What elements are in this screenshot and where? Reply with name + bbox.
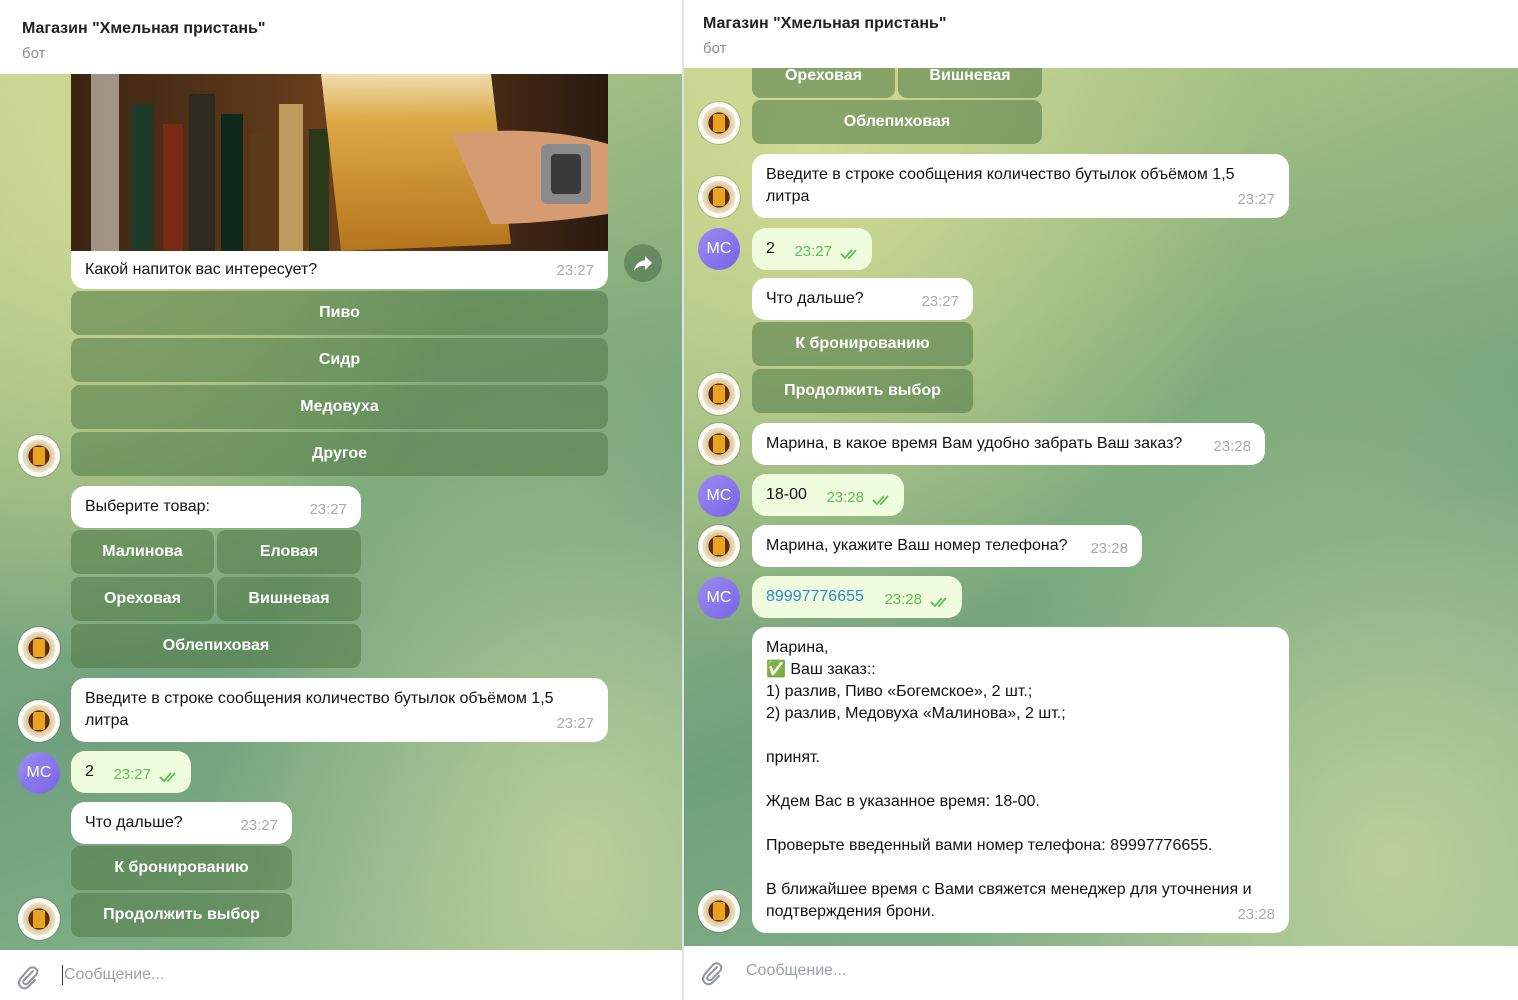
qty-answer-text: 2 xyxy=(85,763,94,780)
message-input[interactable]: Сообщение... xyxy=(64,966,164,984)
message-time: 23:27 xyxy=(113,766,151,783)
message-list[interactable]: Ореховая Вишневая Облепиховая Введите в … xyxy=(684,68,1518,946)
chat-subtitle: бот xyxy=(22,45,46,62)
message-time: 23:28 xyxy=(826,489,864,506)
keyboard-button-booking[interactable]: К бронированию xyxy=(71,846,292,890)
keyboard-button-continue[interactable]: Продолжить выбор xyxy=(752,369,973,413)
drink-photo[interactable] xyxy=(71,74,608,251)
qty-prompt-bubble: Введите в строке сообщения количество бу… xyxy=(71,678,608,742)
qty-answer-bubble: 2 23:27 xyxy=(71,751,191,793)
order-summary-text: Марина, ✅ Ваш заказ:: 1) разлив, Пиво «Б… xyxy=(766,639,1252,920)
keyboard-button-beer[interactable]: Пиво xyxy=(71,291,608,335)
user-avatar[interactable]: МС xyxy=(698,228,740,270)
message-time: 23:27 xyxy=(1237,191,1275,208)
qty-prompt-text: Введите в строке сообщения количество бу… xyxy=(85,690,554,729)
composer: Сообщение... xyxy=(684,946,1518,1000)
read-ticks-icon xyxy=(872,495,889,506)
bot-avatar[interactable] xyxy=(18,627,60,669)
keyboard-button-mead[interactable]: Медовуха xyxy=(71,385,608,429)
phone-question-text: Марина, укажите Ваш номер телефона? xyxy=(766,537,1068,554)
keyboard-button-cider[interactable]: Сидр xyxy=(71,338,608,382)
forward-button[interactable] xyxy=(624,244,662,282)
keyboard-button-orehovaya[interactable]: Ореховая xyxy=(752,68,895,98)
next-prompt-text: Что дальше? xyxy=(85,814,183,831)
bot-avatar[interactable] xyxy=(698,525,740,567)
keyboard-button-vishnevaya[interactable]: Вишневая xyxy=(898,68,1042,98)
bot-avatar[interactable] xyxy=(18,898,60,940)
drink-question-text: Какой напиток вас интересует? xyxy=(85,261,318,278)
keyboard-button-orehovaya[interactable]: Ореховая xyxy=(71,577,214,621)
beer-photo-image xyxy=(71,74,608,251)
phone-number-link[interactable]: 89997776655 xyxy=(766,588,864,605)
text-caret xyxy=(62,965,63,985)
read-ticks-icon xyxy=(159,772,176,783)
message-time: 23:27 xyxy=(921,293,959,310)
message-time: 23:27 xyxy=(794,243,832,260)
chat-subtitle: бот xyxy=(703,40,727,57)
attach-icon[interactable] xyxy=(698,959,726,987)
user-avatar[interactable]: МС xyxy=(698,475,740,517)
message-time: 23:28 xyxy=(1213,438,1251,455)
read-ticks-icon xyxy=(840,249,857,260)
keyboard-button-oblepihovaya[interactable]: Облепиховая xyxy=(71,624,361,668)
message-list[interactable]: Какой напиток вас интересует? 23:27 Пиво… xyxy=(0,74,682,950)
composer: Сообщение... xyxy=(0,950,682,1000)
drink-question-bubble: Какой напиток вас интересует? 23:27 xyxy=(71,251,608,289)
order-summary-bubble: Марина, ✅ Ваш заказ:: 1) разлив, Пиво «Б… xyxy=(752,627,1289,933)
time-question-bubble: Марина, в какое время Вам удобно забрать… xyxy=(752,423,1265,465)
phone-question-bubble: Марина, укажите Ваш номер телефона? 23:2… xyxy=(752,525,1142,567)
message-time: 23:27 xyxy=(556,715,594,732)
keyboard-button-vishnevaya[interactable]: Вишневая xyxy=(217,577,361,621)
next-prompt-text: Что дальше? xyxy=(766,290,864,307)
time-question-text: Марина, в какое время Вам удобно забрать… xyxy=(766,435,1183,452)
message-time: 23:27 xyxy=(556,262,594,279)
message-time: 23:27 xyxy=(240,817,278,834)
keyboard-button-malinova[interactable]: Малинова xyxy=(71,530,214,574)
keyboard-button-elovaya[interactable]: Еловая xyxy=(217,530,361,574)
bot-avatar[interactable] xyxy=(698,176,740,218)
chat-window-left: Магазин "Хмельная пристань" бот Какой на… xyxy=(0,0,682,1000)
qty-prompt-bubble: Введите в строке сообщения количество бу… xyxy=(752,154,1289,218)
product-prompt-bubble: Выберите товар: 23:27 xyxy=(71,486,361,528)
read-ticks-icon xyxy=(930,597,947,608)
keyboard-button-other[interactable]: Другое xyxy=(71,432,608,476)
time-answer-text: 18-00 xyxy=(766,486,807,503)
message-time: 23:28 xyxy=(884,591,922,608)
keyboard-button-booking[interactable]: К бронированию xyxy=(752,322,973,366)
bot-avatar[interactable] xyxy=(698,423,740,465)
message-input[interactable]: Сообщение... xyxy=(746,962,846,980)
bot-avatar[interactable] xyxy=(698,102,740,144)
qty-answer-bubble: 2 23:27 xyxy=(752,228,872,270)
chat-title: Магазин "Хмельная пристань" xyxy=(22,20,266,37)
bot-avatar[interactable] xyxy=(698,373,740,415)
qty-prompt-text: Введите в строке сообщения количество бу… xyxy=(766,166,1235,205)
bot-avatar[interactable] xyxy=(18,435,60,477)
bot-avatar[interactable] xyxy=(18,700,60,742)
user-avatar[interactable]: МС xyxy=(698,577,740,619)
product-prompt-text: Выберите товар: xyxy=(85,498,210,515)
next-prompt-bubble: Что дальше? 23:27 xyxy=(752,278,973,320)
message-time: 23:28 xyxy=(1090,540,1128,557)
attach-icon[interactable] xyxy=(14,963,42,991)
forward-arrow-icon xyxy=(634,256,652,271)
next-prompt-bubble: Что дальше? 23:27 xyxy=(71,802,292,844)
chat-window-right: Магазин "Хмельная пристань" бот Ореховая… xyxy=(684,0,1518,1000)
chat-title: Магазин "Хмельная пристань" xyxy=(703,15,947,32)
phone-answer-bubble: 89997776655 23:28 xyxy=(752,576,962,618)
bot-avatar[interactable] xyxy=(698,890,740,932)
time-answer-bubble: 18-00 23:28 xyxy=(752,474,904,516)
chat-header[interactable]: Магазин "Хмельная пристань" бот xyxy=(684,0,1518,68)
message-time: 23:27 xyxy=(309,501,347,518)
message-time: 23:28 xyxy=(1237,906,1275,923)
chat-header[interactable]: Магазин "Хмельная пристань" бот xyxy=(0,0,682,74)
keyboard-button-continue[interactable]: Продолжить выбор xyxy=(71,893,292,937)
user-avatar[interactable]: МС xyxy=(18,752,60,794)
qty-answer-text: 2 xyxy=(766,240,775,257)
keyboard-button-oblepihovaya[interactable]: Облепиховая xyxy=(752,100,1042,144)
